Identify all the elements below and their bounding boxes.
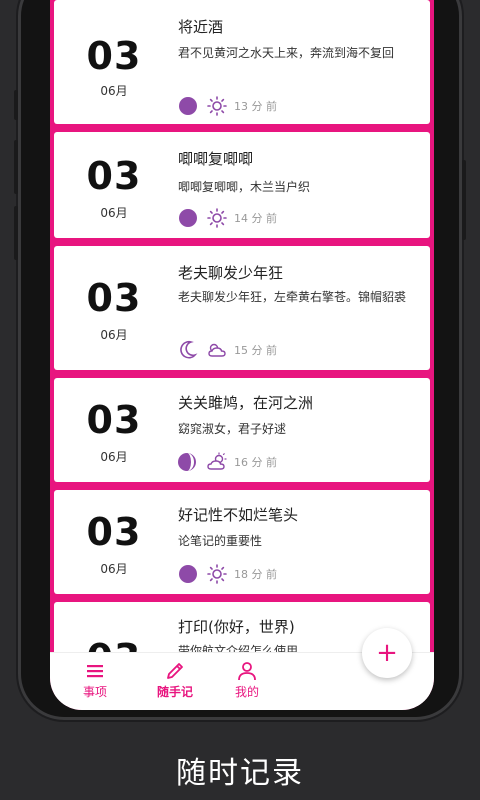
entry-meta: 13 分 前 <box>178 96 277 116</box>
list-icon <box>87 665 103 678</box>
list-item[interactable]: 03 06月 老夫聊发少年狂 老夫聊发少年狂，左牵黄右擎苍。锦帽貂裘 15 分 … <box>54 246 430 370</box>
moon-full-icon <box>179 565 197 583</box>
entry-time: 18 分 前 <box>234 568 277 581</box>
entry-meta: 16 分 前 <box>178 452 277 472</box>
entry-title: 唧唧复唧唧 <box>178 150 254 168</box>
entry-body: 君不见黄河之水天上来，奔流到海不复回 <box>178 46 395 60</box>
entry-month: 06月 <box>100 206 128 220</box>
entry-month: 06月 <box>100 84 128 98</box>
entry-body: 论笔记的重要性 <box>178 534 263 548</box>
entry-day: 03 <box>86 398 142 442</box>
list-item[interactable]: 03 06月 唧唧复唧唧 唧唧复唧唧，木兰当户织 14 分 前 <box>54 132 430 238</box>
entry-time: 15 分 前 <box>234 344 277 357</box>
nav-label: 事项 <box>82 685 107 699</box>
cloudy-sun-icon <box>208 343 226 357</box>
sun-icon <box>207 96 227 116</box>
entry-title: 好记性不如烂笔头 <box>178 506 299 524</box>
user-icon <box>238 662 256 681</box>
entry-day: 03 <box>86 154 142 198</box>
sun-icon <box>207 208 227 228</box>
entry-title: 打印(你好，世界) <box>178 618 295 636</box>
list-item[interactable]: 03 06月 将近酒 君不见黄河之水天上来，奔流到海不复回 13 分 前 <box>54 0 430 124</box>
volume-down-button <box>14 206 18 260</box>
entry-title: 老夫聊发少年狂 <box>178 264 284 282</box>
nav-item-tasks[interactable]: 事项 <box>50 661 140 700</box>
list-item[interactable]: 03 06月 关关雎鸠，在河之洲 窈窕淑女，君子好逑 16 分 前 <box>54 378 430 482</box>
entry-day: 03 <box>86 276 142 320</box>
power-button <box>462 160 466 240</box>
entry-body: 老夫聊发少年狂，左牵黄右擎苍。锦帽貂裘 <box>178 290 407 304</box>
entry-month: 06月 <box>100 562 128 576</box>
side-button <box>14 90 18 120</box>
volume-up-button <box>14 140 18 194</box>
nav-item-profile[interactable]: 我的 <box>202 661 292 700</box>
add-note-button[interactable]: + <box>362 628 412 678</box>
partly-cloudy-icon <box>207 452 227 470</box>
entry-meta: 18 分 前 <box>178 564 277 584</box>
entry-time: 14 分 前 <box>234 212 277 225</box>
app-screen: 03 06月 将近酒 君不见黄河之水天上来，奔流到海不复回 13 分 前 03 … <box>50 0 434 710</box>
entry-body: 窈窕淑女，君子好逑 <box>178 422 287 436</box>
entry-meta: 14 分 前 <box>178 208 277 228</box>
crescent-moon-icon <box>180 340 198 359</box>
pencil-icon <box>167 663 183 679</box>
entry-month: 06月 <box>100 450 128 464</box>
promo-caption: 随时记录 <box>176 756 304 791</box>
list-item[interactable]: 03 06月 好记性不如烂笔头 论笔记的重要性 18 分 前 <box>54 490 430 594</box>
half-moon-icon <box>178 453 196 471</box>
entry-title: 关关雎鸠，在河之洲 <box>178 394 314 412</box>
nav-label: 我的 <box>234 685 259 699</box>
entry-body: 唧唧复唧唧，木兰当户织 <box>178 180 311 194</box>
entry-time: 16 分 前 <box>234 456 277 469</box>
moon-full-icon <box>179 97 197 115</box>
sun-icon <box>207 564 227 584</box>
entry-title: 将近酒 <box>178 18 224 36</box>
entry-meta: 15 分 前 <box>178 340 277 360</box>
entry-day: 03 <box>86 34 142 78</box>
moon-full-icon <box>179 209 197 227</box>
entry-time: 13 分 前 <box>234 100 277 113</box>
entry-day: 03 <box>86 510 142 554</box>
entry-month: 06月 <box>100 328 128 342</box>
